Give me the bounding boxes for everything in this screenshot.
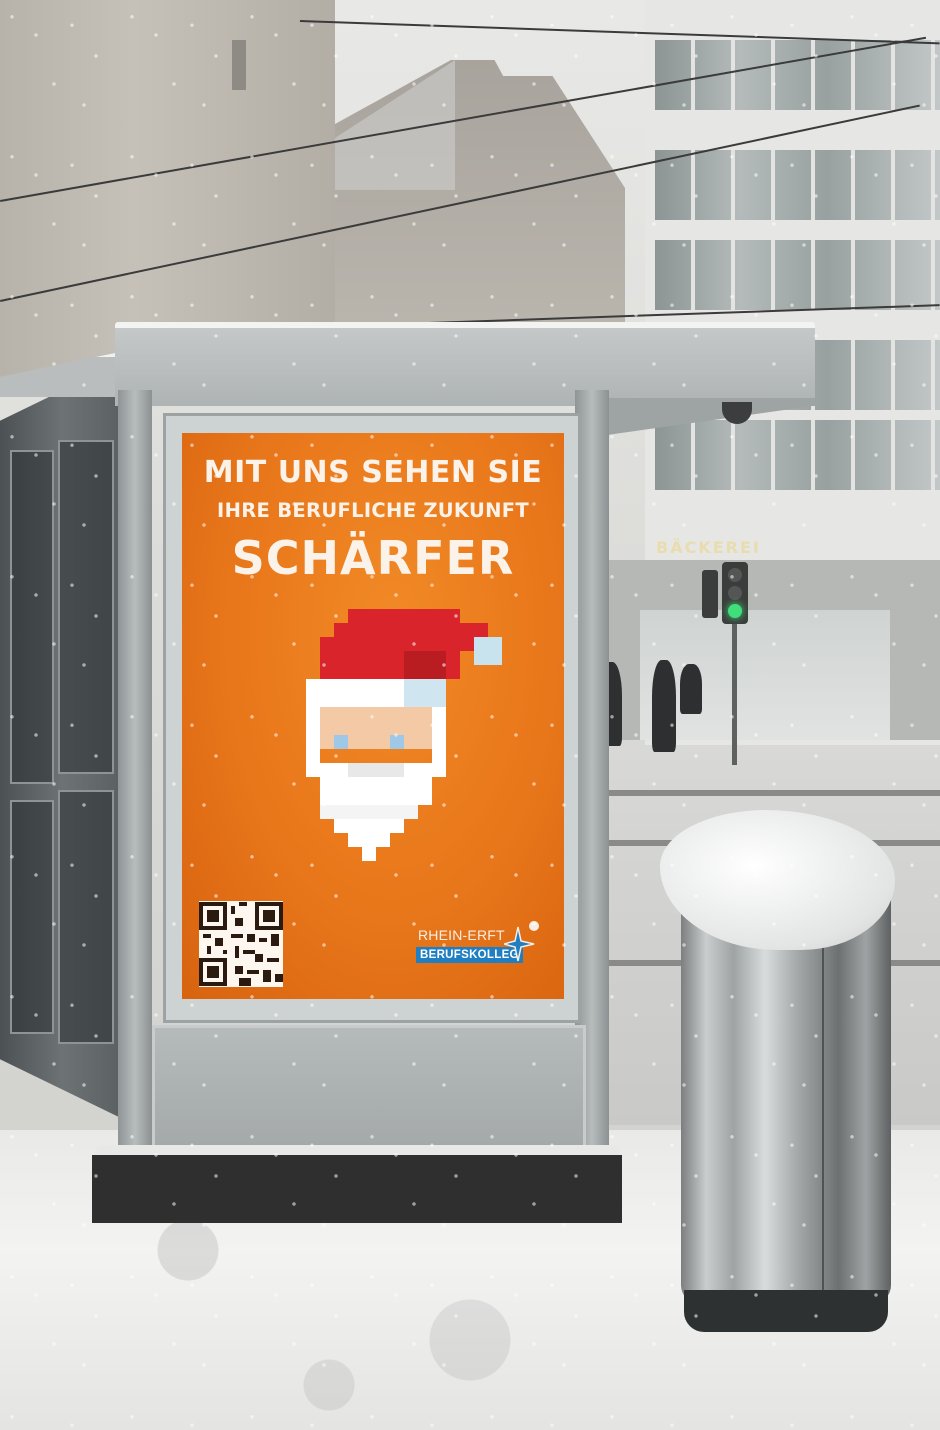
shelter-side-wall bbox=[0, 360, 125, 1120]
trash-bin-door bbox=[822, 935, 886, 1305]
street-scene: BÄCKEREI MIT UNS SEHEN SIE IHRE BERUFLIC… bbox=[0, 0, 940, 1430]
bakery-sign: BÄCKEREI bbox=[656, 538, 761, 557]
shelter-base bbox=[92, 1155, 622, 1223]
traffic-light-side bbox=[702, 570, 718, 618]
pedestrian bbox=[680, 664, 702, 714]
shelter-roof bbox=[115, 322, 815, 406]
school-logo: RHEIN-ERFT BERUFSKOLLEG bbox=[414, 917, 544, 977]
yellow-lamp bbox=[728, 586, 742, 600]
star-icon bbox=[504, 921, 539, 962]
shelter-lower-panel bbox=[152, 1025, 586, 1163]
advertising-poster: MIT UNS SEHEN SIE IHRE BERUFLICHE ZUKUNF… bbox=[182, 433, 564, 999]
traffic-light bbox=[722, 562, 748, 624]
poster-headline-2: IHRE BERUFLICHE ZUKUNFT bbox=[217, 499, 529, 522]
qr-code-icon bbox=[199, 901, 283, 987]
pedestrian bbox=[652, 660, 676, 752]
shelter-column bbox=[118, 390, 152, 1160]
trash-bin-base bbox=[684, 1290, 888, 1332]
shop-window bbox=[640, 610, 890, 740]
logo-text-top: RHEIN-ERFT bbox=[418, 927, 505, 943]
red-lamp bbox=[728, 568, 742, 582]
tram-track bbox=[590, 790, 940, 796]
pixel-santa-icon bbox=[306, 609, 502, 861]
green-lamp bbox=[728, 604, 742, 618]
poster-headline-1: MIT UNS SEHEN SIE bbox=[203, 455, 543, 490]
traffic-light-pole bbox=[732, 620, 737, 765]
poster-headline-3: SCHÄRFER bbox=[231, 531, 515, 585]
